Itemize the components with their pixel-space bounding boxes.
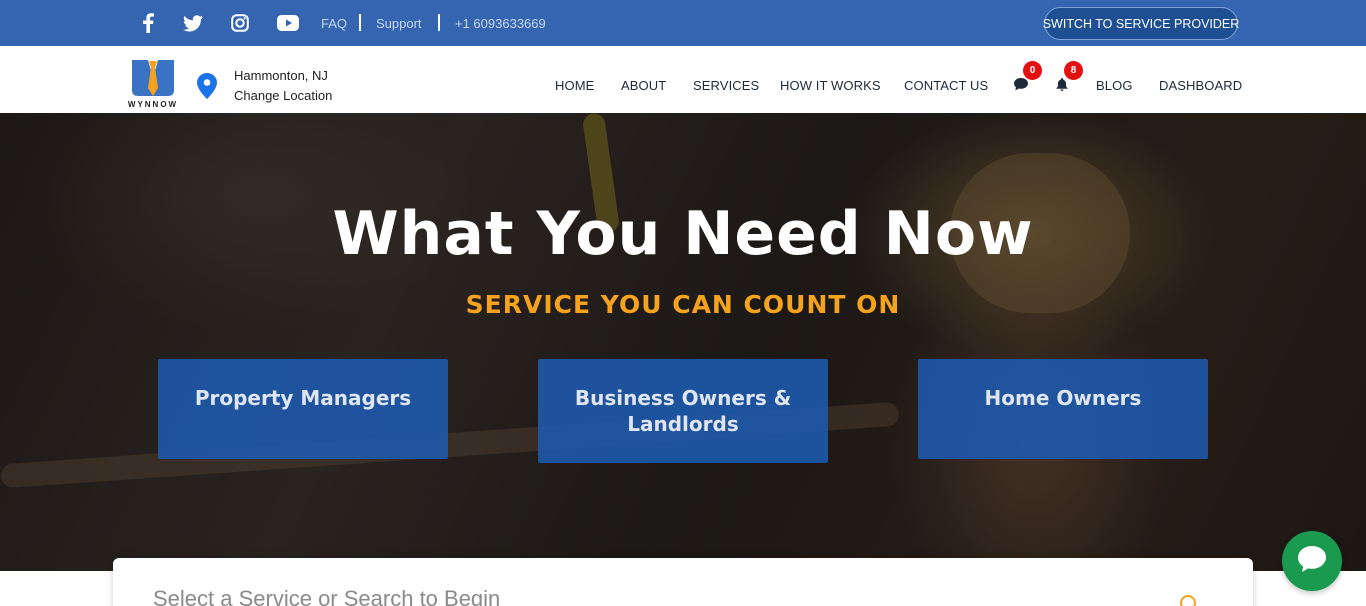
divider	[359, 14, 361, 31]
nav-dashboard[interactable]: DASHBOARD	[1159, 78, 1242, 93]
home-owners-button[interactable]: Home Owners	[918, 359, 1208, 459]
service-search-input[interactable]	[153, 586, 1173, 606]
switch-to-provider-button[interactable]: SWITCH TO SERVICE PROVIDER	[1043, 7, 1239, 40]
facebook-icon[interactable]	[137, 12, 159, 34]
youtube-icon[interactable]	[276, 12, 300, 34]
hero-banner: What You Need Now SERVICE YOU CAN COUNT …	[0, 113, 1366, 571]
map-pin-icon	[197, 73, 217, 104]
service-search-card	[113, 558, 1253, 606]
chat-bubble-icon	[1014, 78, 1028, 95]
divider	[438, 14, 440, 31]
twitter-icon[interactable]	[182, 12, 204, 34]
phone-link[interactable]: +1 6093633669	[455, 16, 546, 31]
instagram-icon[interactable]	[229, 12, 251, 34]
top-bar: FAQ Support +1 6093633669 SWITCH TO SERV…	[0, 0, 1366, 46]
messages-button[interactable]: 0	[1014, 61, 1042, 96]
notifications-button[interactable]: 8	[1056, 61, 1083, 96]
live-chat-button[interactable]	[1282, 531, 1342, 591]
nav-home[interactable]: HOME	[555, 78, 594, 93]
wynnow-logo[interactable]: WYNNOW	[126, 58, 180, 112]
current-location: Hammonton, NJ	[234, 68, 328, 83]
messages-count-badge: 0	[1023, 61, 1042, 80]
main-header: WYNNOW Hammonton, NJ Change Location HOM…	[0, 46, 1366, 113]
nav-services[interactable]: SERVICES	[693, 78, 759, 93]
property-managers-button[interactable]: Property Managers	[158, 359, 448, 459]
support-link[interactable]: Support	[376, 16, 422, 31]
change-location-link[interactable]: Change Location	[234, 88, 332, 103]
nav-how-it-works[interactable]: HOW IT WORKS	[780, 78, 881, 93]
bell-icon	[1056, 78, 1068, 95]
hero-subtitle: SERVICE YOU CAN COUNT ON	[465, 290, 901, 319]
logo-text: WYNNOW	[127, 100, 179, 109]
faq-link[interactable]: FAQ	[321, 16, 347, 31]
nav-blog[interactable]: BLOG	[1096, 78, 1133, 93]
nav-contact-us[interactable]: CONTACT US	[904, 78, 988, 93]
search-icon[interactable]	[1179, 594, 1199, 606]
hero-title: What You Need Now	[332, 199, 1034, 269]
chat-icon	[1296, 544, 1328, 579]
notifications-count-badge: 8	[1064, 61, 1083, 80]
business-owners-button[interactable]: Business Owners & Landlords	[538, 359, 828, 463]
hero-overlay	[0, 113, 1366, 571]
nav-about[interactable]: ABOUT	[621, 78, 666, 93]
